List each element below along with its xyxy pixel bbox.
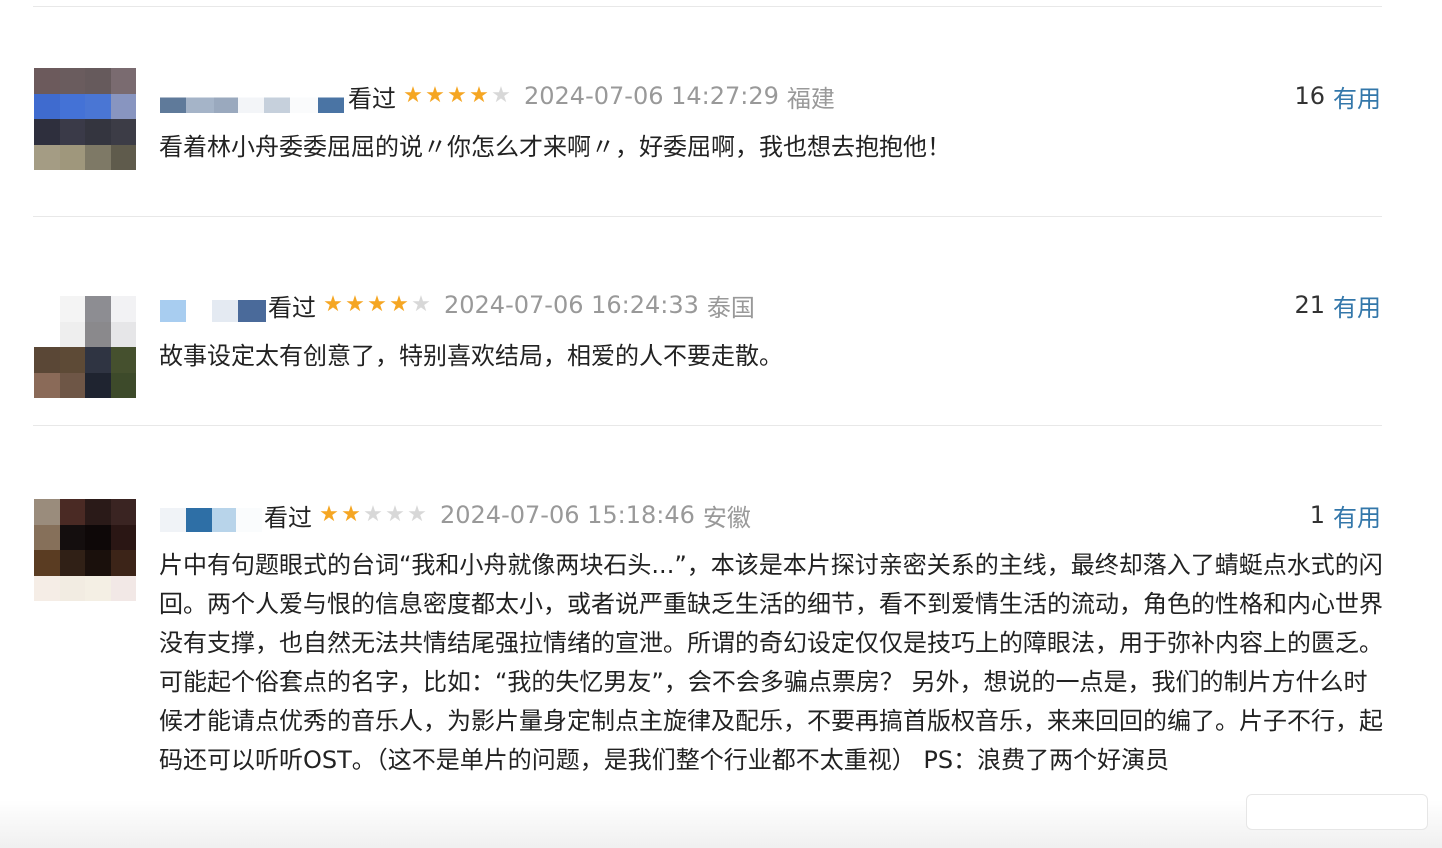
star-filled-icon: ★ (367, 292, 387, 317)
comment-time[interactable]: 2024-07-06 16:24:33 (444, 291, 699, 319)
vote-count: 1 (1309, 501, 1325, 529)
star-filled-icon: ★ (469, 83, 489, 108)
star-filled-icon: ★ (319, 502, 339, 527)
star-filled-icon: ★ (389, 292, 409, 317)
star-empty-icon: ★ (491, 83, 511, 108)
username-link[interactable] (160, 288, 266, 322)
divider-2 (33, 425, 1382, 426)
comment-text: 故事设定太有创意了，特别喜欢结局，相爱的人不要走散。 (159, 342, 783, 370)
star-empty-icon: ★ (407, 502, 427, 527)
star-filled-icon: ★ (345, 292, 365, 317)
comment-meta: 看过 ★ ★ ★ ★ ★ 2024-07-06 16:24:33 泰国 (160, 288, 755, 322)
bottom-fade (0, 800, 1442, 848)
avatar[interactable] (34, 296, 136, 398)
rating-stars: ★ ★ ★ ★ ★ (318, 504, 428, 526)
star-empty-icon: ★ (385, 502, 405, 527)
rating-stars: ★ ★ ★ ★ ★ (402, 85, 512, 107)
vote-count: 16 (1294, 82, 1325, 110)
comment-location: 安徽 (702, 503, 751, 532)
star-filled-icon: ★ (403, 83, 423, 108)
username-link[interactable] (160, 79, 346, 113)
vote-count: 21 (1294, 291, 1325, 319)
star-empty-icon: ★ (363, 502, 383, 527)
vote-area: 21 有用 (1294, 288, 1381, 322)
star-filled-icon: ★ (323, 292, 343, 317)
bottom-right-tab[interactable] (1246, 794, 1428, 830)
useful-button[interactable]: 有用 (1333, 79, 1381, 114)
comment-meta: 看过 ★ ★ ★ ★ ★ 2024-07-06 15:18:46 安徽 (160, 498, 751, 532)
comment-location: 泰国 (706, 293, 755, 322)
vote-area: 16 有用 (1294, 79, 1381, 113)
useful-button[interactable]: 有用 (1333, 498, 1381, 533)
divider-top (33, 6, 1382, 7)
rating-stars: ★ ★ ★ ★ ★ (322, 294, 432, 316)
watched-status: 看过 (264, 503, 312, 532)
star-filled-icon: ★ (425, 83, 445, 108)
star-filled-icon: ★ (341, 502, 361, 527)
comment-text: 片中有句题眼式的台词“我和小舟就像两块石头...”，本该是本片探讨亲密关系的主线… (159, 551, 1383, 774)
comment-time[interactable]: 2024-07-06 14:27:29 (524, 82, 779, 110)
watched-status: 看过 (268, 293, 316, 322)
avatar[interactable] (34, 499, 136, 601)
username-link[interactable] (160, 498, 262, 532)
star-filled-icon: ★ (447, 83, 467, 108)
avatar[interactable] (34, 68, 136, 170)
comment-text: 看着林小舟委委屈屈的说〃你怎么才来啊〃，好委屈啊，我也想去抱抱他！ (159, 133, 951, 161)
comment-meta: 看过 ★ ★ ★ ★ ★ 2024-07-06 14:27:29 福建 (160, 79, 835, 113)
comment-location: 福建 (786, 84, 835, 113)
comment-time[interactable]: 2024-07-06 15:18:46 (440, 501, 695, 529)
watched-status: 看过 (348, 84, 396, 113)
divider-1 (33, 216, 1382, 217)
useful-button[interactable]: 有用 (1333, 288, 1381, 323)
star-empty-icon: ★ (411, 292, 431, 317)
vote-area: 1 有用 (1310, 498, 1381, 532)
